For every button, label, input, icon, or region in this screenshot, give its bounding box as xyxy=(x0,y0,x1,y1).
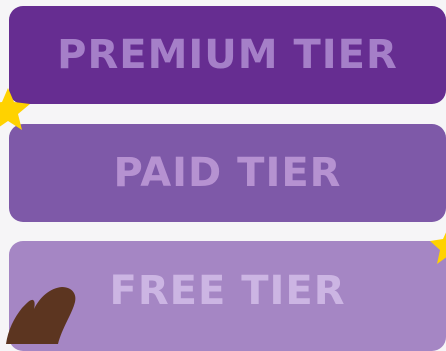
star-icon xyxy=(0,88,30,130)
premium-tier-button[interactable]: PREMIUM TIER xyxy=(9,6,446,104)
paid-tier-button[interactable]: PAID TIER xyxy=(9,124,446,222)
premium-tier-label: PREMIUM TIER xyxy=(57,32,398,78)
star-icon xyxy=(430,232,446,264)
paid-tier-label: PAID TIER xyxy=(113,150,342,196)
free-tier-label: FREE TIER xyxy=(109,268,346,314)
pointing-hand-icon xyxy=(6,287,76,344)
